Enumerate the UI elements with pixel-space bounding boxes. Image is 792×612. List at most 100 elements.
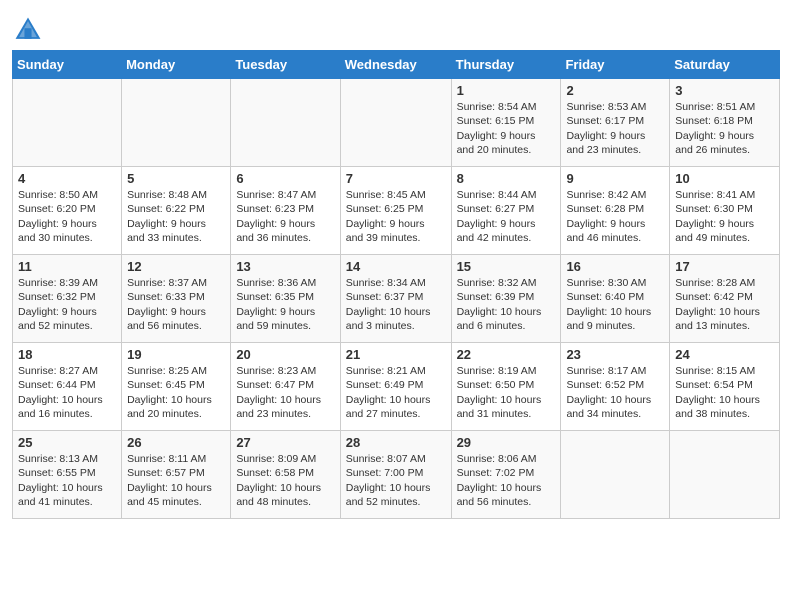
- day-info: Sunrise: 8:07 AMSunset: 7:00 PMDaylight:…: [346, 452, 446, 510]
- logo: [12, 14, 48, 46]
- cell-w4-d4: 29 Sunrise: 8:06 AMSunset: 7:02 PMDayligh…: [451, 431, 561, 519]
- cell-w3-d1: 19Sunrise: 8:25 AMSunset: 6:45 PMDayligh…: [122, 343, 231, 431]
- cell-w2-d3: 14 Sunrise: 8:34 AMSunset: 6:37 PMDayligh…: [340, 255, 451, 343]
- day-number: 25: [18, 435, 116, 450]
- day-info: Sunrise: 8:48 AMSunset: 6:22 PMDaylight:…: [127, 188, 225, 246]
- calendar-table: SundayMondayTuesdayWednesdayThursdayFrid…: [12, 50, 780, 519]
- day-number: 23: [566, 347, 664, 362]
- day-info: Sunrise: 8:15 AMSunset: 6:54 PMDaylight:…: [675, 364, 774, 422]
- header-row: SundayMondayTuesdayWednesdayThursdayFrid…: [13, 51, 780, 79]
- day-number: 9: [566, 171, 664, 186]
- cell-w3-d5: 23 Sunrise: 8:17 AMSunset: 6:52 PMDayligh…: [561, 343, 670, 431]
- cell-w4-d0: 25 Sunrise: 8:13 AMSunset: 6:55 PMDayligh…: [13, 431, 122, 519]
- day-info: Sunrise: 8:21 AMSunset: 6:49 PMDaylight:…: [346, 364, 446, 422]
- cell-w2-d4: 15 Sunrise: 8:32 AMSunset: 6:39 PMDayligh…: [451, 255, 561, 343]
- cell-w4-d1: 26 Sunrise: 8:11 AMSunset: 6:57 PMDayligh…: [122, 431, 231, 519]
- day-number: 15: [457, 259, 556, 274]
- cell-w0-d0: [13, 79, 122, 167]
- cell-w0-d2: [231, 79, 340, 167]
- day-number: 6: [236, 171, 334, 186]
- page: SundayMondayTuesdayWednesdayThursdayFrid…: [0, 0, 792, 612]
- day-info: Sunrise: 8:34 AMSunset: 6:37 PMDaylight:…: [346, 276, 446, 334]
- day-number: 18: [18, 347, 116, 362]
- col-header-wednesday: Wednesday: [340, 51, 451, 79]
- day-info: Sunrise: 8:47 AMSunset: 6:23 PMDaylight:…: [236, 188, 334, 246]
- day-info: Sunrise: 8:45 AMSunset: 6:25 PMDaylight:…: [346, 188, 446, 246]
- cell-w1-d3: 7 Sunrise: 8:45 AMSunset: 6:25 PMDaylight…: [340, 167, 451, 255]
- week-row-3: 18Sunrise: 8:27 AMSunset: 6:44 PMDayligh…: [13, 343, 780, 431]
- day-number: 14: [346, 259, 446, 274]
- cell-w1-d1: 5 Sunrise: 8:48 AMSunset: 6:22 PMDaylight…: [122, 167, 231, 255]
- day-number: 21: [346, 347, 446, 362]
- col-header-friday: Friday: [561, 51, 670, 79]
- day-number: 24: [675, 347, 774, 362]
- day-info: Sunrise: 8:28 AMSunset: 6:42 PMDaylight:…: [675, 276, 774, 334]
- cell-w3-d4: 22 Sunrise: 8:19 AMSunset: 6:50 PMDayligh…: [451, 343, 561, 431]
- day-info: Sunrise: 8:54 AMSunset: 6:15 PMDaylight:…: [457, 100, 556, 158]
- cell-w4-d3: 28 Sunrise: 8:07 AMSunset: 7:00 PMDayligh…: [340, 431, 451, 519]
- cell-w3-d3: 21 Sunrise: 8:21 AMSunset: 6:49 PMDayligh…: [340, 343, 451, 431]
- day-info: Sunrise: 8:09 AMSunset: 6:58 PMDaylight:…: [236, 452, 334, 510]
- week-row-0: 1 Sunrise: 8:54 AMSunset: 6:15 PMDaylight…: [13, 79, 780, 167]
- day-info: Sunrise: 8:41 AMSunset: 6:30 PMDaylight:…: [675, 188, 774, 246]
- day-info: Sunrise: 8:42 AMSunset: 6:28 PMDaylight:…: [566, 188, 664, 246]
- day-number: 13: [236, 259, 334, 274]
- day-number: 7: [346, 171, 446, 186]
- header: [12, 10, 780, 46]
- day-number: 16: [566, 259, 664, 274]
- day-info: Sunrise: 8:23 AMSunset: 6:47 PMDaylight:…: [236, 364, 334, 422]
- day-number: 5: [127, 171, 225, 186]
- day-number: 11: [18, 259, 116, 274]
- day-info: Sunrise: 8:25 AMSunset: 6:45 PMDaylight:…: [127, 364, 225, 422]
- day-number: 4: [18, 171, 116, 186]
- day-info: Sunrise: 8:36 AMSunset: 6:35 PMDaylight:…: [236, 276, 334, 334]
- cell-w2-d0: 11Sunrise: 8:39 AMSunset: 6:32 PMDayligh…: [13, 255, 122, 343]
- cell-w1-d4: 8 Sunrise: 8:44 AMSunset: 6:27 PMDaylight…: [451, 167, 561, 255]
- week-row-2: 11Sunrise: 8:39 AMSunset: 6:32 PMDayligh…: [13, 255, 780, 343]
- logo-icon: [12, 14, 44, 46]
- day-info: Sunrise: 8:06 AMSunset: 7:02 PMDaylight:…: [457, 452, 556, 510]
- cell-w1-d5: 9 Sunrise: 8:42 AMSunset: 6:28 PMDaylight…: [561, 167, 670, 255]
- cell-w1-d0: 4 Sunrise: 8:50 AMSunset: 6:20 PMDaylight…: [13, 167, 122, 255]
- cell-w3-d6: 24 Sunrise: 8:15 AMSunset: 6:54 PMDayligh…: [670, 343, 780, 431]
- day-number: 12: [127, 259, 225, 274]
- cell-w2-d6: 17 Sunrise: 8:28 AMSunset: 6:42 PMDayligh…: [670, 255, 780, 343]
- day-number: 22: [457, 347, 556, 362]
- day-info: Sunrise: 8:30 AMSunset: 6:40 PMDaylight:…: [566, 276, 664, 334]
- cell-w3-d2: 20Sunrise: 8:23 AMSunset: 6:47 PMDayligh…: [231, 343, 340, 431]
- day-info: Sunrise: 8:13 AMSunset: 6:55 PMDaylight:…: [18, 452, 116, 510]
- cell-w4-d6: [670, 431, 780, 519]
- cell-w2-d2: 13 Sunrise: 8:36 AMSunset: 6:35 PMDayligh…: [231, 255, 340, 343]
- cell-w3-d0: 18Sunrise: 8:27 AMSunset: 6:44 PMDayligh…: [13, 343, 122, 431]
- cell-w4-d5: [561, 431, 670, 519]
- day-number: 8: [457, 171, 556, 186]
- col-header-tuesday: Tuesday: [231, 51, 340, 79]
- day-info: Sunrise: 8:53 AMSunset: 6:17 PMDaylight:…: [566, 100, 664, 158]
- col-header-sunday: Sunday: [13, 51, 122, 79]
- day-number: 27: [236, 435, 334, 450]
- day-number: 29: [457, 435, 556, 450]
- cell-w4-d2: 27 Sunrise: 8:09 AMSunset: 6:58 PMDayligh…: [231, 431, 340, 519]
- day-info: Sunrise: 8:50 AMSunset: 6:20 PMDaylight:…: [18, 188, 116, 246]
- col-header-monday: Monday: [122, 51, 231, 79]
- day-info: Sunrise: 8:32 AMSunset: 6:39 PMDaylight:…: [457, 276, 556, 334]
- cell-w0-d5: 2 Sunrise: 8:53 AMSunset: 6:17 PMDaylight…: [561, 79, 670, 167]
- day-number: 2: [566, 83, 664, 98]
- day-info: Sunrise: 8:11 AMSunset: 6:57 PMDaylight:…: [127, 452, 225, 510]
- col-header-saturday: Saturday: [670, 51, 780, 79]
- day-number: 28: [346, 435, 446, 450]
- cell-w0-d4: 1 Sunrise: 8:54 AMSunset: 6:15 PMDaylight…: [451, 79, 561, 167]
- cell-w0-d3: [340, 79, 451, 167]
- day-number: 1: [457, 83, 556, 98]
- day-info: Sunrise: 8:37 AMSunset: 6:33 PMDaylight:…: [127, 276, 225, 334]
- col-header-thursday: Thursday: [451, 51, 561, 79]
- day-info: Sunrise: 8:44 AMSunset: 6:27 PMDaylight:…: [457, 188, 556, 246]
- cell-w1-d6: 10 Sunrise: 8:41 AMSunset: 6:30 PMDayligh…: [670, 167, 780, 255]
- week-row-4: 25 Sunrise: 8:13 AMSunset: 6:55 PMDayligh…: [13, 431, 780, 519]
- day-number: 26: [127, 435, 225, 450]
- day-info: Sunrise: 8:51 AMSunset: 6:18 PMDaylight:…: [675, 100, 774, 158]
- day-number: 10: [675, 171, 774, 186]
- day-info: Sunrise: 8:19 AMSunset: 6:50 PMDaylight:…: [457, 364, 556, 422]
- day-number: 17: [675, 259, 774, 274]
- day-info: Sunrise: 8:17 AMSunset: 6:52 PMDaylight:…: [566, 364, 664, 422]
